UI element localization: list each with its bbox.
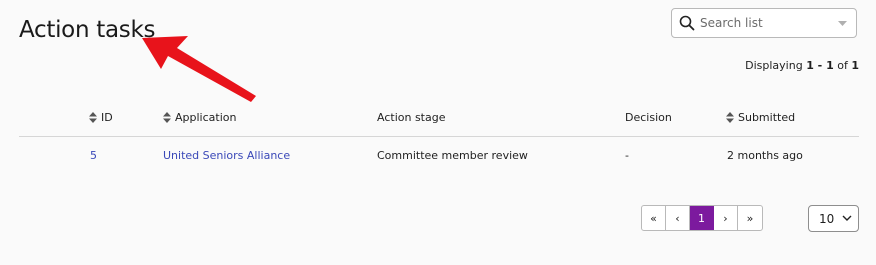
sort-icon: [163, 112, 171, 123]
column-label: Decision: [625, 111, 672, 124]
decision-cell: -: [625, 149, 629, 162]
next-page-button[interactable]: ›: [714, 206, 738, 230]
column-header-submitted[interactable]: Submitted: [726, 111, 795, 124]
column-label: Action stage: [377, 111, 446, 124]
task-id-link[interactable]: 5: [90, 149, 97, 162]
column-header-application[interactable]: Application: [163, 111, 236, 124]
search-input[interactable]: [700, 16, 820, 30]
table-header: ID Application Action stage Decision Sub…: [19, 103, 859, 137]
results-summary: Displaying 1 - 1 of 1: [745, 59, 859, 72]
table-row: 5 United Seniors Alliance Committee memb…: [19, 137, 859, 177]
column-label: ID: [101, 111, 113, 124]
chevron-down-icon[interactable]: [838, 21, 847, 26]
pagination: « ‹ 1 › »: [641, 205, 763, 231]
submitted-cell: 2 months ago: [727, 149, 803, 162]
page-title: Action tasks: [19, 17, 156, 43]
last-page-button[interactable]: »: [738, 206, 762, 230]
sort-icon: [89, 112, 97, 123]
search-icon: [679, 15, 695, 31]
column-header-decision: Decision: [625, 111, 672, 124]
page-size-select[interactable]: 10: [808, 205, 859, 232]
search-field[interactable]: [671, 8, 857, 38]
first-page-button[interactable]: «: [642, 206, 666, 230]
column-header-id[interactable]: ID: [89, 111, 113, 124]
application-link[interactable]: United Seniors Alliance: [163, 149, 290, 162]
previous-page-button[interactable]: ‹: [666, 206, 690, 230]
current-page-button[interactable]: 1: [690, 206, 714, 230]
column-header-action-stage: Action stage: [377, 111, 445, 124]
column-label: Submitted: [738, 111, 796, 124]
action-stage-cell: Committee member review: [377, 149, 528, 162]
column-label: Application: [175, 111, 237, 124]
sort-icon: [726, 112, 734, 123]
page-size-value: 10: [819, 211, 835, 226]
tasks-table: ID Application Action stage Decision Sub…: [19, 103, 859, 177]
chevron-down-icon: [842, 215, 852, 221]
